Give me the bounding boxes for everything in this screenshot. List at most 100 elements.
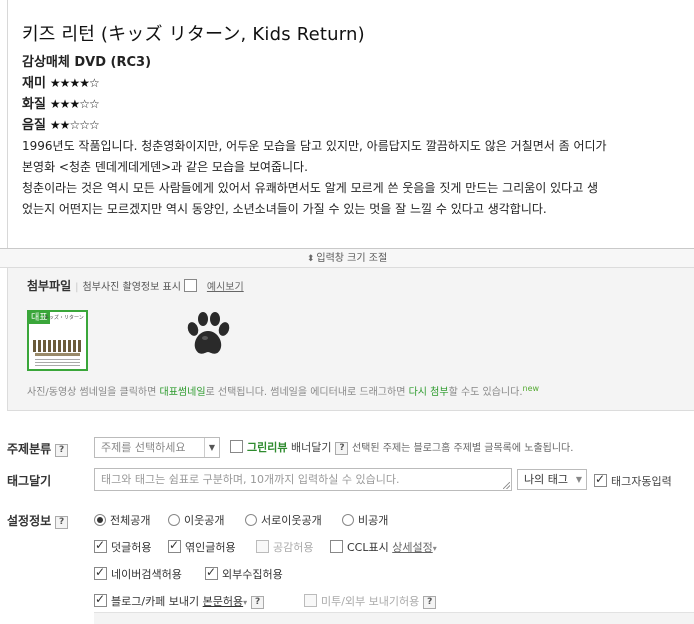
topic-info-text: 선택된 주제는 블로그홈 주제별 글목록에 노출됩니다. [351, 443, 574, 454]
allow-trackback-checkbox[interactable] [168, 538, 181, 553]
my-tag-dropdown[interactable]: 나의 태그 ▼ [517, 469, 587, 490]
rating-fun-label: 재미 [22, 76, 46, 91]
body-paragraph-3: 청춘이라는 것은 역시 모든 사람들에게 있어서 유쾌하면서도 알게 모르게 쓴… [22, 181, 599, 195]
me2day-send-checkbox[interactable] [304, 594, 317, 607]
visibility-neighbors-label: 이웃공개 [184, 514, 225, 527]
attachment-panel: 첨부파일 | 첨부사진 촬영정보 표시 예시보기 대표 キッズ・リターン 사진/동영상… [7, 268, 694, 411]
resize-arrows-icon: ⬍ [306, 254, 315, 264]
ccl-option[interactable]: CCL표시 상세설정▾ [330, 539, 437, 555]
tag-input-placeholder: 태그와 태그는 쉼표로 구분하며, 10개까지 입력하실 수 있습니다. [101, 473, 400, 486]
help-icon[interactable]: ? [55, 516, 69, 529]
ccl-label: CCL표시 [347, 541, 389, 554]
allow-comment-option[interactable]: 덧글허용 [94, 538, 152, 555]
naver-search-checkbox[interactable] [94, 565, 107, 580]
thumbnail-text-lines [35, 358, 80, 366]
tags-label: 태그달기 [7, 474, 52, 488]
topic-label: 주제분류 [7, 442, 52, 456]
help-icon[interactable]: ? [423, 596, 437, 609]
help-icon[interactable]: ? [335, 442, 349, 455]
note-part-1: 사진/동영상 썸네일을 클릭하면 [27, 387, 160, 398]
body-paragraph-1: 1996년도 작품입니다. 청춘영화이지만, 어두운 모습을 담고 있지만, 아… [22, 139, 607, 153]
allow-sympathy-label: 공감허용 [273, 541, 314, 554]
green-review-checkbox[interactable] [230, 440, 243, 453]
external-collect-option[interactable]: 외부수집허용 [205, 565, 283, 582]
me2day-send-label: 미투/외부 보내기허용 [321, 595, 420, 608]
resize-handle[interactable]: ⬍ 입력창 크기 조절 [0, 248, 694, 268]
radio-public[interactable] [94, 514, 106, 526]
note-part-4: 다시 첨부 [408, 387, 449, 398]
paw-icon [187, 312, 230, 354]
photo-info-label: 첨부사진 촬영정보 표시 [82, 282, 181, 293]
visibility-private-label: 비공개 [358, 514, 389, 527]
naver-search-option[interactable]: 네이버검색허용 [94, 565, 182, 582]
allow-comment-label: 덧글허용 [111, 541, 152, 554]
help-icon[interactable]: ? [251, 596, 265, 609]
rating-fun-stars: ★★★★☆ [49, 76, 100, 90]
visibility-neighbors[interactable]: 이웃공개 [168, 512, 224, 528]
radio-private[interactable] [342, 514, 354, 526]
new-badge: new [522, 384, 540, 393]
chevron-down-icon: ▼ [204, 438, 219, 457]
rating-fun: 재미 ★★★★☆ [22, 73, 694, 94]
auto-tag-label: 태그자동입력 [611, 475, 672, 488]
attachment-thumbnail[interactable]: 대표 キッズ・リターン [27, 310, 88, 371]
visibility-private[interactable]: 비공개 [342, 512, 388, 528]
banner-label: 배너달기 [287, 441, 332, 454]
medium-line: 감상매체 DVD (RC3) [22, 55, 152, 70]
allow-comment-checkbox[interactable] [94, 538, 107, 553]
naver-search-label: 네이버검색허용 [111, 568, 182, 581]
topic-label-row: 주제분류? [7, 440, 69, 457]
ccl-checkbox[interactable] [330, 540, 343, 553]
rating-audio-label: 음질 [22, 118, 46, 133]
tag-input[interactable]: 태그와 태그는 쉼표로 구분하며, 10개까지 입력하실 수 있습니다. [94, 468, 512, 491]
green-review-label: 그린리뷰 [247, 441, 288, 454]
resize-label: 입력창 크기 조절 [316, 253, 388, 264]
post-title: 키즈 리턴 (キッズ リターン, Kids Return) [22, 24, 365, 45]
body-paragraph-2: 본영화 <청춘 덴데게데게덴>과 같은 모습을 보여줍니다. [22, 160, 308, 174]
thumbnail-caption: キッズ・リターン [44, 315, 84, 321]
example-link[interactable]: 예시보기 [207, 282, 244, 293]
body-paragraph-4: 었는지 어떤지는 모르겠지만 역시 동양인, 소년소녀들이 가질 수 있는 멋을… [22, 202, 547, 216]
editor-body[interactable]: 키즈 리턴 (キッズ リターン, Kids Return) 감상매체 DVD (… [0, 0, 694, 248]
settings-label-row: 설정정보? [7, 512, 69, 529]
visibility-mutual[interactable]: 서로이웃공개 [245, 512, 322, 528]
blog-cafe-send-option[interactable]: 블로그/카페 보내기 본문허용▾? [94, 592, 265, 609]
radio-neighbors[interactable] [168, 514, 180, 526]
help-icon[interactable]: ? [55, 444, 69, 457]
editor-border [7, 0, 8, 268]
chevron-down-icon: ▼ [575, 475, 582, 484]
settings-label: 설정정보 [7, 514, 52, 528]
allow-sympathy-checkbox[interactable] [256, 540, 269, 553]
external-collect-checkbox[interactable] [205, 565, 218, 580]
rating-video: 화질 ★★★☆☆ [22, 94, 694, 115]
external-collect-label: 외부수집허용 [222, 568, 283, 581]
blog-cafe-send-checkbox[interactable] [94, 592, 107, 607]
allow-trackback-option[interactable]: 엮인글허용 [168, 538, 236, 555]
photo-info-checkbox[interactable] [183, 279, 197, 292]
rating-video-label: 화질 [22, 97, 46, 112]
thumbnail-ground [35, 353, 80, 356]
chevron-down-icon: ▾ [243, 598, 248, 607]
chevron-down-icon: ▾ [432, 544, 437, 553]
me2day-send-option[interactable]: 미투/외부 보내기허용? [304, 593, 437, 609]
visibility-public-label: 전체공개 [110, 514, 151, 527]
rating-audio-stars: ★★☆☆☆ [49, 118, 100, 132]
rating-video-stars: ★★★☆☆ [49, 97, 100, 111]
body-allow-link[interactable]: 본문허용 [203, 595, 243, 608]
radio-mutual[interactable] [245, 514, 257, 526]
attachment-title: 첨부파일 [27, 279, 72, 293]
ccl-detail-link[interactable]: 상세설정 [392, 541, 432, 554]
visibility-public[interactable]: 전체공개 [94, 512, 150, 528]
note-part-5: 할 수도 있습니다. [448, 387, 523, 398]
resize-grip-icon[interactable] [503, 482, 510, 489]
thumbnail-figures [33, 340, 82, 352]
auto-tag-checkbox[interactable] [594, 472, 607, 487]
allow-sympathy-option[interactable]: 공감허용 [256, 539, 313, 555]
visibility-mutual-label: 서로이웃공개 [261, 514, 322, 527]
note-part-2: 대표썸네일 [159, 387, 206, 398]
my-tag-label: 나의 태그 [524, 473, 568, 486]
topic-select[interactable]: 주제를 선택하세요 ▼ [94, 437, 220, 458]
topic-select-value: 주제를 선택하세요 [101, 441, 186, 454]
attachment-note: 사진/동영상 썸네일을 클릭하면 대표썸네일로 선택됩니다. 썸네일을 에디터내… [27, 383, 539, 398]
blog-cafe-send-label: 블로그/카페 보내기 [111, 595, 200, 608]
